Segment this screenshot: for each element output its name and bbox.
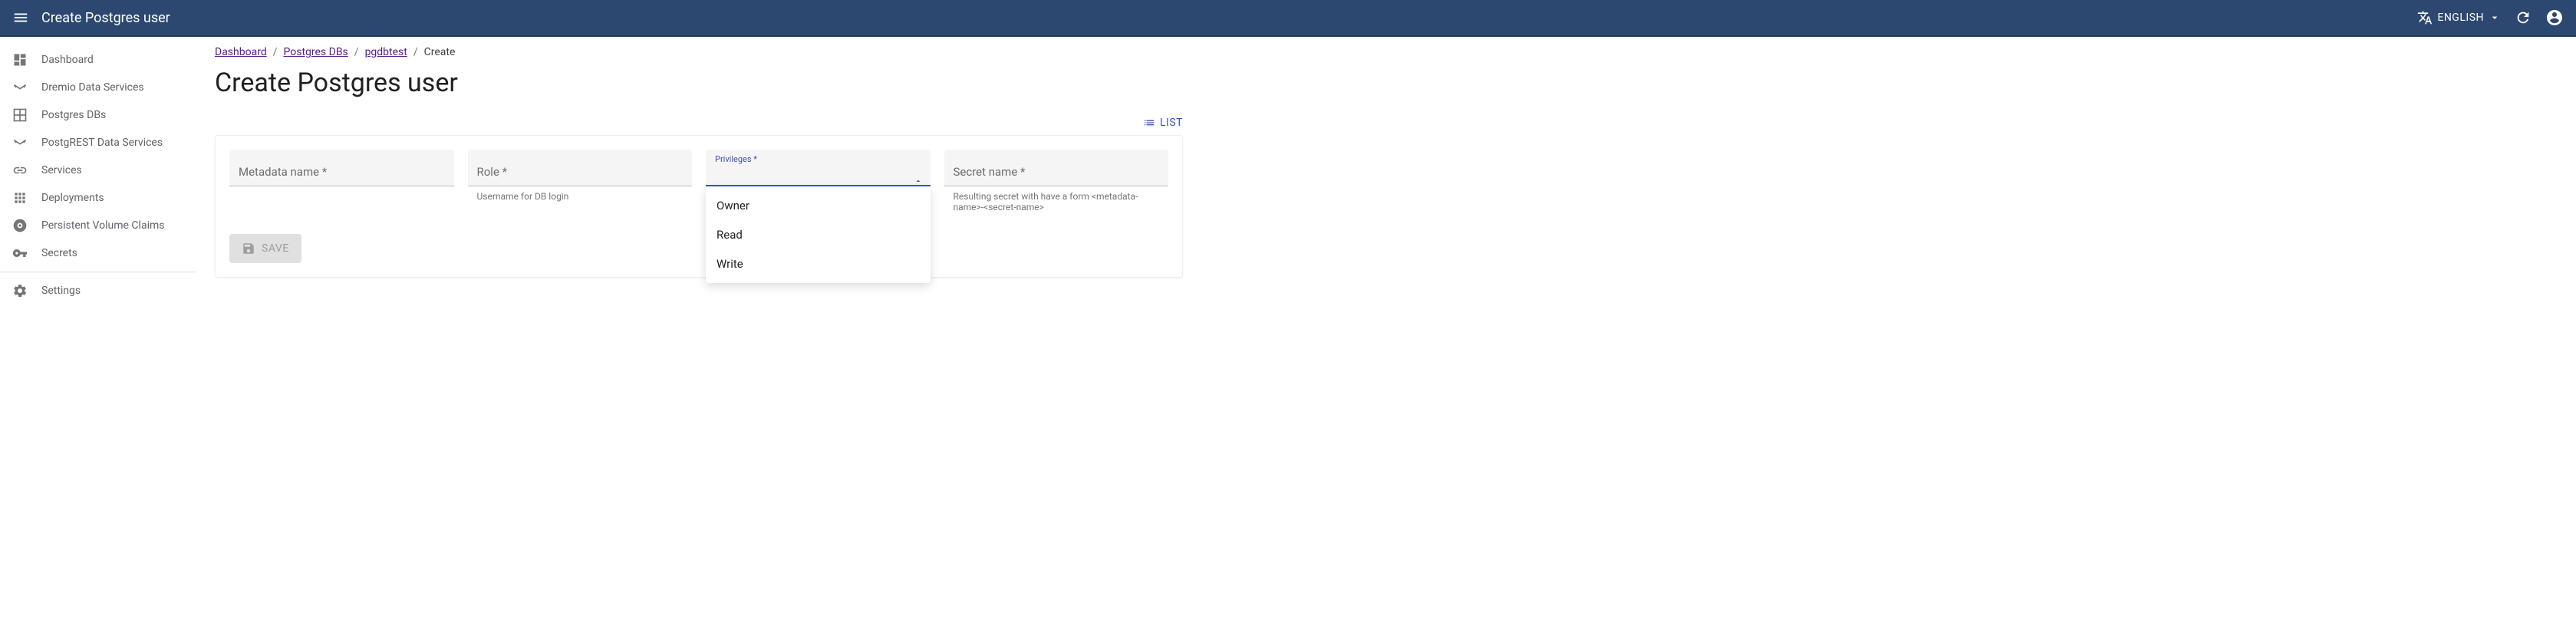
list-icon	[1143, 117, 1155, 129]
account-button[interactable]	[2545, 8, 2564, 27]
privileges-label: Privileges *	[715, 154, 757, 164]
sidebar-item-label: Dremio Data Services	[41, 81, 144, 94]
sidebar-item-label: Services	[41, 164, 82, 176]
sidebar-item-settings[interactable]: Settings	[0, 277, 196, 305]
sidebar-item-services[interactable]: Services	[0, 156, 196, 184]
metadata-name-input[interactable]	[229, 150, 454, 186]
disc-icon	[12, 218, 28, 233]
dashboard-icon	[12, 52, 28, 68]
grid-icon	[12, 107, 28, 123]
sidebar-item-label: Dashboard	[41, 54, 94, 66]
apps-icon	[12, 190, 28, 206]
sidebar-item-postgres-dbs[interactable]: Postgres DBs	[0, 101, 196, 129]
sidebar-item-label: Persistent Volume Claims	[41, 219, 164, 232]
privileges-field: Privileges * Owner Read Write	[706, 150, 931, 213]
list-button[interactable]: LIST	[1143, 117, 1183, 129]
breadcrumb-link-postgres-dbs[interactable]: Postgres DBs	[284, 46, 348, 58]
sidebar-item-dashboard[interactable]: Dashboard	[0, 46, 196, 74]
privileges-option-read[interactable]: Read	[706, 220, 931, 249]
save-icon	[242, 242, 255, 255]
breadcrumb-link-pgdbtest[interactable]: pgdbtest	[365, 46, 407, 58]
app-bar: Create Postgres user ENGLISH	[0, 0, 2576, 37]
hamburger-icon	[12, 9, 29, 26]
save-button[interactable]: SAVE	[229, 234, 301, 263]
account-circle-icon	[2545, 8, 2564, 27]
key-icon	[12, 245, 28, 261]
link-icon	[12, 163, 28, 178]
main-content: Dashboard / Postgres DBs / pgdbtest / Cr…	[196, 37, 1201, 305]
language-label: ENGLISH	[2437, 12, 2484, 24]
breadcrumb: Dashboard / Postgres DBs / pgdbtest / Cr…	[215, 46, 1183, 58]
page-title: Create Postgres user	[215, 68, 1183, 98]
breadcrumb-sep: /	[354, 46, 359, 58]
save-label: SAVE	[262, 242, 289, 255]
privileges-option-owner[interactable]: Owner	[706, 191, 931, 220]
breadcrumb-sep: /	[273, 46, 278, 58]
sidebar-item-postgrest[interactable]: PostgREST Data Services	[0, 129, 196, 156]
role-field: Username for DB login	[468, 150, 693, 213]
role-input[interactable]	[468, 150, 693, 186]
menu-button[interactable]	[12, 9, 29, 26]
language-selector[interactable]: ENGLISH	[2417, 10, 2501, 25]
sidebar-item-label: PostgREST Data Services	[41, 137, 163, 149]
app-title: Create Postgres user	[41, 10, 2417, 26]
list-label: LIST	[1160, 117, 1183, 129]
refresh-button[interactable]	[2515, 9, 2532, 26]
secret-name-input[interactable]	[944, 150, 1169, 186]
dremio-icon	[12, 80, 28, 95]
privileges-dropdown: Owner Read Write	[706, 186, 931, 283]
breadcrumb-current: Create	[424, 46, 456, 58]
sidebar-item-label: Settings	[41, 285, 81, 297]
sidebar-item-secrets[interactable]: Secrets	[0, 239, 196, 267]
metadata-name-field	[229, 150, 454, 213]
secret-name-helper: Resulting secret with have a form <metad…	[944, 186, 1169, 213]
role-helper: Username for DB login	[468, 186, 693, 202]
sidebar-item-dremio[interactable]: Dremio Data Services	[0, 74, 196, 101]
postgrest-icon	[12, 135, 28, 150]
breadcrumb-link-dashboard[interactable]: Dashboard	[215, 46, 267, 58]
chevron-down-icon	[2489, 12, 2501, 24]
breadcrumb-sep: /	[413, 46, 418, 58]
refresh-icon	[2515, 9, 2532, 26]
translate-icon	[2417, 10, 2433, 25]
gear-icon	[12, 283, 28, 298]
sidebar-item-deployments[interactable]: Deployments	[0, 184, 196, 212]
sidebar-item-label: Deployments	[41, 192, 104, 204]
sidebar-item-label: Postgres DBs	[41, 109, 106, 121]
secret-name-field: Resulting secret with have a form <metad…	[944, 150, 1169, 213]
sidebar: Dashboard Dremio Data Services Postgres …	[0, 37, 196, 305]
sidebar-item-pvc[interactable]: Persistent Volume Claims	[0, 212, 196, 239]
form-card: Username for DB login Privileges * Owner…	[215, 135, 1183, 278]
sidebar-item-label: Secrets	[41, 247, 77, 259]
privileges-option-write[interactable]: Write	[706, 249, 931, 278]
